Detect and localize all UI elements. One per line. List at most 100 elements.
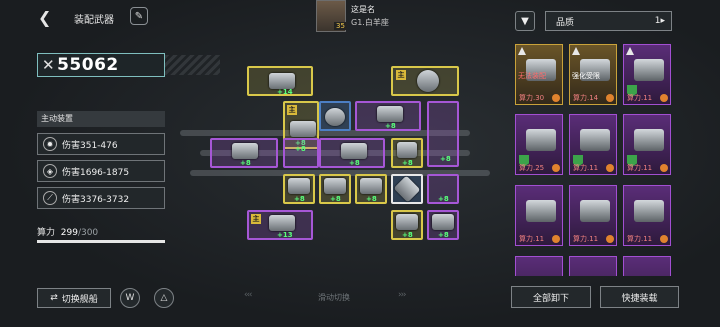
burst-icon: ✹ — [43, 137, 57, 151]
capacity-fill — [37, 240, 165, 243]
equip-slot[interactable] — [319, 101, 351, 131]
equip-slot[interactable]: +8 — [283, 174, 315, 204]
left-arrows-icon: ‹ ‹ ‹ — [244, 290, 252, 300]
inventory-card[interactable]: 算力.11 — [569, 185, 617, 246]
player-level: 35 — [334, 22, 347, 30]
equip-slot[interactable]: +8 — [355, 174, 387, 204]
skill-item[interactable]: ⟋ 伤害3376-3732 — [37, 187, 165, 209]
inventory-card[interactable]: 算力.25 — [515, 114, 563, 175]
funnel-icon[interactable]: ▼ — [515, 11, 535, 31]
inventory-card[interactable]: 算力.11 — [515, 185, 563, 246]
inventory-card[interactable]: 无法装配 算力.30 — [515, 44, 563, 105]
capacity-title: 算力 — [37, 228, 56, 238]
info-icon[interactable] — [552, 235, 560, 243]
quality-label: 品质 — [556, 17, 575, 28]
upgrade-level: +8 — [295, 145, 306, 153]
sort-icon[interactable]: 1▸ — [655, 16, 665, 26]
card-cost: 算力.11 — [627, 94, 653, 102]
equip-slot[interactable]: +14 — [247, 66, 313, 96]
weapon-icon — [634, 200, 664, 222]
weapon-icon — [417, 70, 439, 92]
inventory-card[interactable] — [623, 256, 671, 276]
page-title: 装配武器 — [74, 15, 114, 26]
weapon-icon — [580, 129, 610, 151]
info-icon[interactable] — [606, 164, 614, 172]
equip-slot[interactable]: 主 +13 — [247, 210, 313, 240]
skill-item[interactable]: ✹ 伤害351-476 — [37, 133, 165, 155]
equip-slot[interactable]: 主 — [391, 66, 459, 96]
weapon-icon — [377, 106, 403, 122]
card-cost: 算力.14 — [573, 94, 599, 102]
star-icon — [626, 47, 634, 55]
equip-slot[interactable]: +8 — [427, 210, 459, 240]
card-cost: 算力.30 — [519, 94, 545, 102]
skill-item[interactable]: ◈ 伤害1696-1875 — [37, 160, 165, 182]
inventory-card[interactable]: 算力.11 — [623, 185, 671, 246]
upgrade-level: +8 — [294, 195, 305, 203]
upgrade-level: +8 — [438, 231, 449, 239]
upgrade-level: +8 — [438, 195, 449, 203]
quality-select[interactable]: 品质 1▸ — [545, 11, 672, 31]
inventory-card[interactable]: 算力.11 — [623, 114, 671, 175]
triangle-icon[interactable]: △ — [154, 288, 174, 308]
quick-equip-button[interactable]: 快捷装载 — [600, 286, 679, 308]
card-cost: 算力.11 — [627, 164, 653, 172]
info-icon[interactable] — [606, 235, 614, 243]
weapon-icon — [290, 121, 316, 137]
equip-slot[interactable]: +8 — [319, 138, 385, 168]
weapon-icon — [634, 59, 664, 81]
info-icon[interactable] — [552, 164, 560, 172]
brush-icon[interactable]: ✎ — [130, 7, 148, 25]
weapon-icon — [341, 143, 367, 159]
swap-icon: ⇄ — [50, 293, 58, 303]
upgrade-level: +8 — [402, 159, 413, 167]
capacity-max: /300 — [77, 228, 99, 238]
equip-slot[interactable]: +8 — [355, 101, 421, 131]
inventory-panel[interactable]: 无法装配 算力.30 强化受限 算力.14 算力.11 算力.25 算力.11 … — [511, 40, 679, 276]
weapon-icon — [269, 215, 295, 231]
claw-icon: ⟋ — [43, 191, 57, 205]
equip-slot[interactable]: +8 — [283, 138, 319, 168]
crossed-swords-icon: ✕ — [42, 56, 56, 74]
info-icon[interactable] — [660, 94, 668, 102]
slide-hint: 滑动切换 — [318, 293, 350, 302]
star-icon — [572, 47, 580, 55]
info-icon[interactable] — [606, 94, 614, 102]
player-name: 这是名 — [351, 5, 375, 14]
upgrade-level: +8 — [440, 155, 451, 163]
info-icon[interactable] — [660, 235, 668, 243]
equip-slot[interactable]: +8 — [210, 138, 278, 168]
equip-slot[interactable]: +8 — [319, 174, 351, 204]
upgrade-level: +8 — [240, 159, 251, 167]
equip-slot[interactable] — [391, 174, 423, 204]
capacity-used: 299 — [60, 228, 78, 238]
upgrade-level: +8 — [366, 195, 377, 203]
card-cost: 算力.11 — [573, 235, 599, 243]
info-icon[interactable] — [552, 94, 560, 102]
equip-slot[interactable]: +8 — [427, 101, 459, 167]
inventory-card[interactable] — [569, 256, 617, 276]
info-icon[interactable] — [660, 164, 668, 172]
weapon-icon — [324, 178, 346, 194]
weapon-icon — [634, 129, 664, 151]
power-score: ✕ 55062 — [37, 53, 165, 77]
star-icon — [518, 47, 526, 55]
unload-all-button[interactable]: 全部卸下 — [511, 286, 591, 308]
inventory-card[interactable]: 算力.11 — [569, 114, 617, 175]
equip-slot[interactable]: +8 — [391, 138, 423, 168]
shield-icon: ◈ — [43, 164, 57, 178]
back-arrow-icon[interactable]: ❮ — [38, 8, 51, 27]
upgrade-level: +13 — [277, 231, 293, 239]
capacity-label: 算力 299/300 — [37, 225, 98, 238]
weapon-icon — [396, 214, 418, 230]
weapon-icon — [526, 129, 556, 151]
equip-slot[interactable]: +8 — [391, 210, 423, 240]
inventory-card[interactable]: 强化受限 算力.14 — [569, 44, 617, 105]
skill-text: 伤害1696-1875 — [62, 167, 130, 178]
inventory-card[interactable] — [515, 256, 563, 276]
weapon-icon — [232, 143, 258, 159]
wings-icon[interactable]: W — [120, 288, 140, 308]
switch-ship-button[interactable]: ⇄ 切换舰船 — [37, 288, 111, 308]
equip-slot[interactable]: +8 — [427, 174, 459, 204]
inventory-card[interactable]: 算力.11 — [623, 44, 671, 105]
